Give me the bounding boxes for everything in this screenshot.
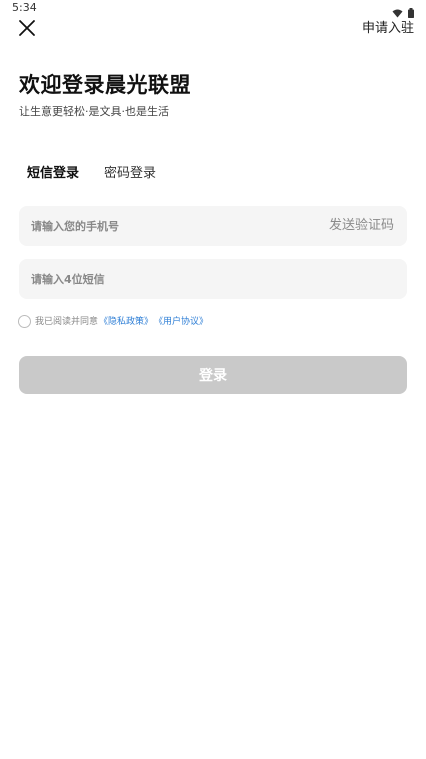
phone-field: 发送验证码 bbox=[19, 206, 407, 246]
tab-password-login-label: 密码登录 bbox=[104, 166, 157, 181]
status-time: 5:34 bbox=[12, 1, 37, 14]
send-code-button[interactable]: 发送验证码 bbox=[329, 218, 394, 234]
tab-password-login[interactable]: 密码登录 bbox=[104, 165, 156, 182]
page-title: 欢迎登录晨光联盟 bbox=[19, 73, 191, 97]
sms-code-field bbox=[19, 259, 407, 299]
close-icon bbox=[18, 20, 36, 41]
status-icons bbox=[392, 3, 414, 22]
tab-sms-login-label: 短信登录 bbox=[27, 166, 80, 181]
tab-sms-login[interactable]: 短信登录 bbox=[27, 165, 79, 182]
page-subtitle: 让生意更轻松·是文具·也是生活 bbox=[19, 105, 169, 118]
privacy-policy-link[interactable]: 《隐私政策》 bbox=[99, 316, 153, 328]
login-button[interactable]: 登录 bbox=[19, 356, 407, 394]
agree-checkbox[interactable] bbox=[18, 315, 31, 328]
phone-input[interactable] bbox=[31, 206, 321, 246]
wifi-icon bbox=[392, 3, 403, 22]
agree-text: 我已阅读并同意 bbox=[35, 316, 99, 327]
agreement-row: 我已阅读并同意 《隐私政策》 《用户协议》 bbox=[18, 315, 208, 328]
sms-code-input[interactable] bbox=[31, 259, 391, 299]
apply-join-link[interactable]: 申请入驻 bbox=[362, 21, 414, 37]
user-agreement-link[interactable]: 《用户协议》 bbox=[154, 316, 208, 328]
status-bar: 5:34 bbox=[0, 0, 426, 18]
login-tabs: 短信登录 密码登录 bbox=[27, 165, 156, 182]
close-button[interactable] bbox=[18, 19, 36, 37]
login-button-label: 登录 bbox=[199, 368, 227, 384]
battery-icon bbox=[408, 3, 414, 22]
